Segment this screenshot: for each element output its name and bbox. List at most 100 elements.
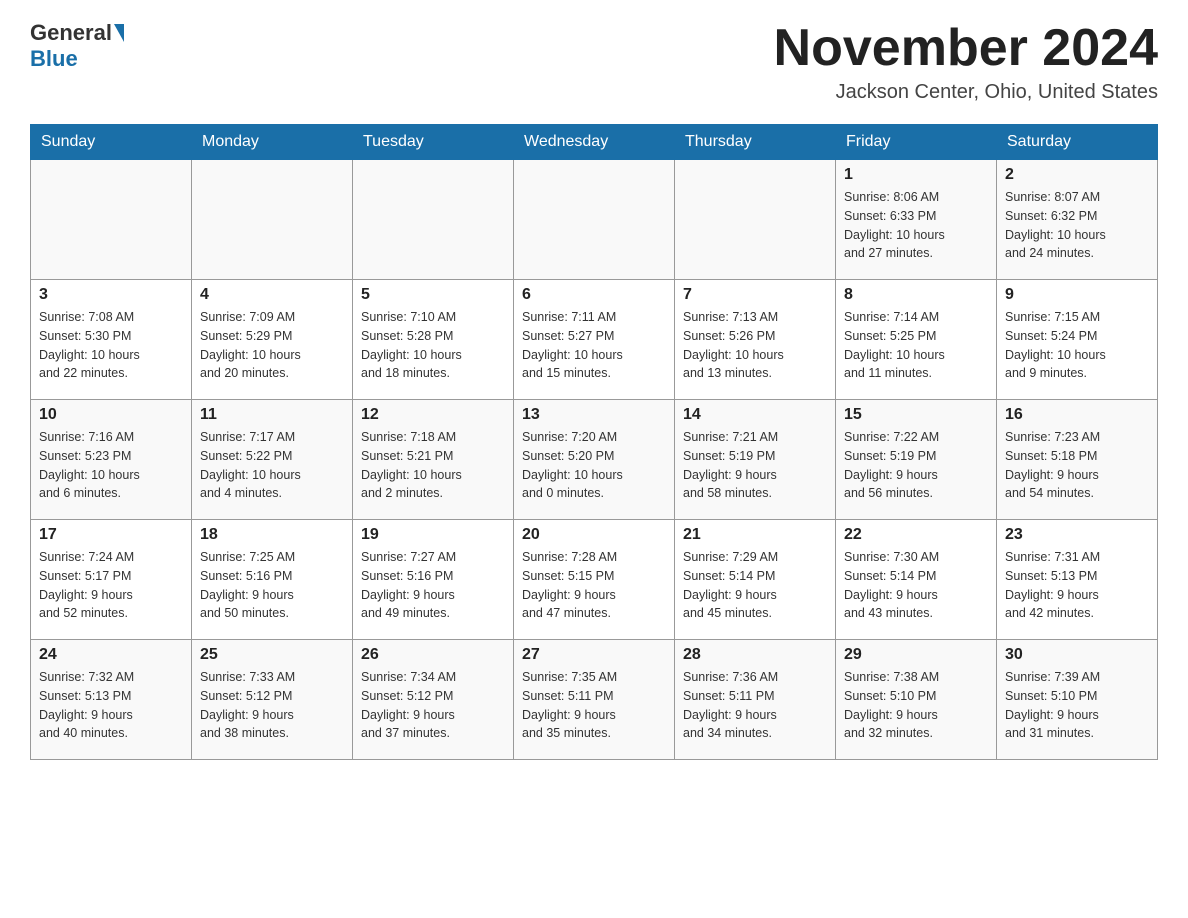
calendar-cell: 13 Sunrise: 7:20 AMSunset: 5:20 PMDayligh… — [514, 400, 675, 520]
day-info: Sunrise: 7:21 AMSunset: 5:19 PMDaylight:… — [683, 428, 827, 503]
day-info: Sunrise: 7:31 AMSunset: 5:13 PMDaylight:… — [1005, 548, 1149, 623]
calendar-cell — [675, 160, 836, 280]
day-info: Sunrise: 7:39 AMSunset: 5:10 PMDaylight:… — [1005, 668, 1149, 743]
day-number: 10 — [39, 406, 183, 424]
day-number: 29 — [844, 646, 988, 664]
logo: General Blue — [30, 20, 126, 72]
weekday-header-saturday: Saturday — [997, 125, 1158, 160]
day-number: 4 — [200, 286, 344, 304]
day-info: Sunrise: 8:06 AMSunset: 6:33 PMDaylight:… — [844, 188, 988, 263]
calendar-cell: 7 Sunrise: 7:13 AMSunset: 5:26 PMDaylight… — [675, 280, 836, 400]
calendar-cell: 15 Sunrise: 7:22 AMSunset: 5:19 PMDayligh… — [836, 400, 997, 520]
calendar-cell: 29Sunrise: 7:38 AMSunset: 5:10 PMDayligh… — [836, 640, 997, 760]
calendar-cell: 14 Sunrise: 7:21 AMSunset: 5:19 PMDayligh… — [675, 400, 836, 520]
calendar-cell: 16 Sunrise: 7:23 AMSunset: 5:18 PMDayligh… — [997, 400, 1158, 520]
day-number: 7 — [683, 286, 827, 304]
weekday-header-monday: Monday — [192, 125, 353, 160]
day-number: 6 — [522, 286, 666, 304]
day-number: 25 — [200, 646, 344, 664]
day-info: Sunrise: 7:20 AMSunset: 5:20 PMDaylight:… — [522, 428, 666, 503]
day-info: Sunrise: 7:25 AMSunset: 5:16 PMDaylight:… — [200, 548, 344, 623]
day-info: Sunrise: 7:30 AMSunset: 5:14 PMDaylight:… — [844, 548, 988, 623]
day-info: Sunrise: 7:16 AMSunset: 5:23 PMDaylight:… — [39, 428, 183, 503]
day-info: Sunrise: 7:32 AMSunset: 5:13 PMDaylight:… — [39, 668, 183, 743]
day-number: 11 — [200, 406, 344, 424]
day-info: Sunrise: 7:35 AMSunset: 5:11 PMDaylight:… — [522, 668, 666, 743]
calendar-cell: 4 Sunrise: 7:09 AMSunset: 5:29 PMDaylight… — [192, 280, 353, 400]
weekday-header-row: SundayMondayTuesdayWednesdayThursdayFrid… — [31, 125, 1158, 160]
day-number: 16 — [1005, 406, 1149, 424]
day-info: Sunrise: 7:09 AMSunset: 5:29 PMDaylight:… — [200, 308, 344, 383]
calendar-cell: 20Sunrise: 7:28 AMSunset: 5:15 PMDayligh… — [514, 520, 675, 640]
calendar-cell: 24Sunrise: 7:32 AMSunset: 5:13 PMDayligh… — [31, 640, 192, 760]
day-info: Sunrise: 7:36 AMSunset: 5:11 PMDaylight:… — [683, 668, 827, 743]
calendar-week-3: 10 Sunrise: 7:16 AMSunset: 5:23 PMDayligh… — [31, 400, 1158, 520]
day-info: Sunrise: 7:13 AMSunset: 5:26 PMDaylight:… — [683, 308, 827, 383]
day-info: Sunrise: 7:18 AMSunset: 5:21 PMDaylight:… — [361, 428, 505, 503]
calendar-cell — [31, 160, 192, 280]
month-title: November 2024 — [774, 20, 1158, 77]
day-info: Sunrise: 7:23 AMSunset: 5:18 PMDaylight:… — [1005, 428, 1149, 503]
calendar-cell: 27Sunrise: 7:35 AMSunset: 5:11 PMDayligh… — [514, 640, 675, 760]
calendar-cell: 19Sunrise: 7:27 AMSunset: 5:16 PMDayligh… — [353, 520, 514, 640]
day-info: Sunrise: 7:14 AMSunset: 5:25 PMDaylight:… — [844, 308, 988, 383]
day-info: Sunrise: 7:29 AMSunset: 5:14 PMDaylight:… — [683, 548, 827, 623]
day-info: Sunrise: 8:07 AMSunset: 6:32 PMDaylight:… — [1005, 188, 1149, 263]
calendar-cell: 18 Sunrise: 7:25 AMSunset: 5:16 PMDayligh… — [192, 520, 353, 640]
weekday-header-friday: Friday — [836, 125, 997, 160]
day-info: Sunrise: 7:34 AMSunset: 5:12 PMDaylight:… — [361, 668, 505, 743]
calendar-cell — [353, 160, 514, 280]
calendar-cell: 9Sunrise: 7:15 AMSunset: 5:24 PMDaylight… — [997, 280, 1158, 400]
day-number: 30 — [1005, 646, 1149, 664]
day-info: Sunrise: 7:17 AMSunset: 5:22 PMDaylight:… — [200, 428, 344, 503]
calendar-header: SundayMondayTuesdayWednesdayThursdayFrid… — [31, 125, 1158, 160]
calendar-cell: 11 Sunrise: 7:17 AMSunset: 5:22 PMDayligh… — [192, 400, 353, 520]
calendar-week-2: 3 Sunrise: 7:08 AMSunset: 5:30 PMDaylight… — [31, 280, 1158, 400]
day-number: 13 — [522, 406, 666, 424]
weekday-header-sunday: Sunday — [31, 125, 192, 160]
page-header: General Blue November 2024 Jackson Cente… — [30, 20, 1158, 104]
calendar-body: 1 Sunrise: 8:06 AMSunset: 6:33 PMDaylight… — [31, 160, 1158, 760]
calendar-week-4: 17Sunrise: 7:24 AMSunset: 5:17 PMDayligh… — [31, 520, 1158, 640]
day-info: Sunrise: 7:22 AMSunset: 5:19 PMDaylight:… — [844, 428, 988, 503]
calendar-table: SundayMondayTuesdayWednesdayThursdayFrid… — [30, 124, 1158, 760]
calendar-cell: 21 Sunrise: 7:29 AMSunset: 5:14 PMDayligh… — [675, 520, 836, 640]
calendar-cell: 6 Sunrise: 7:11 AMSunset: 5:27 PMDaylight… — [514, 280, 675, 400]
day-number: 18 — [200, 526, 344, 544]
day-number: 8 — [844, 286, 988, 304]
calendar-cell — [514, 160, 675, 280]
day-number: 23 — [1005, 526, 1149, 544]
weekday-header-thursday: Thursday — [675, 125, 836, 160]
day-number: 15 — [844, 406, 988, 424]
calendar-cell: 2 Sunrise: 8:07 AMSunset: 6:32 PMDaylight… — [997, 160, 1158, 280]
day-number: 14 — [683, 406, 827, 424]
logo-blue-text: Blue — [30, 46, 78, 71]
location-text: Jackson Center, Ohio, United States — [774, 81, 1158, 104]
title-section: November 2024 Jackson Center, Ohio, Unit… — [774, 20, 1158, 104]
calendar-cell: 8 Sunrise: 7:14 AMSunset: 5:25 PMDaylight… — [836, 280, 997, 400]
day-number: 3 — [39, 286, 183, 304]
day-info: Sunrise: 7:33 AMSunset: 5:12 PMDaylight:… — [200, 668, 344, 743]
day-number: 5 — [361, 286, 505, 304]
day-number: 2 — [1005, 166, 1149, 184]
day-number: 19 — [361, 526, 505, 544]
day-info: Sunrise: 7:15 AMSunset: 5:24 PMDaylight:… — [1005, 308, 1149, 383]
day-number: 12 — [361, 406, 505, 424]
calendar-cell: 28Sunrise: 7:36 AMSunset: 5:11 PMDayligh… — [675, 640, 836, 760]
day-number: 1 — [844, 166, 988, 184]
day-number: 26 — [361, 646, 505, 664]
calendar-cell: 5Sunrise: 7:10 AMSunset: 5:28 PMDaylight… — [353, 280, 514, 400]
calendar-cell: 17Sunrise: 7:24 AMSunset: 5:17 PMDayligh… — [31, 520, 192, 640]
logo-triangle-icon — [114, 24, 124, 42]
calendar-cell: 3 Sunrise: 7:08 AMSunset: 5:30 PMDaylight… — [31, 280, 192, 400]
calendar-cell: 26 Sunrise: 7:34 AMSunset: 5:12 PMDayligh… — [353, 640, 514, 760]
day-info: Sunrise: 7:08 AMSunset: 5:30 PMDaylight:… — [39, 308, 183, 383]
day-number: 20 — [522, 526, 666, 544]
calendar-cell: 30 Sunrise: 7:39 AMSunset: 5:10 PMDayligh… — [997, 640, 1158, 760]
day-number: 21 — [683, 526, 827, 544]
day-info: Sunrise: 7:11 AMSunset: 5:27 PMDaylight:… — [522, 308, 666, 383]
calendar-week-5: 24Sunrise: 7:32 AMSunset: 5:13 PMDayligh… — [31, 640, 1158, 760]
weekday-header-tuesday: Tuesday — [353, 125, 514, 160]
day-number: 17 — [39, 526, 183, 544]
calendar-cell: 25 Sunrise: 7:33 AMSunset: 5:12 PMDayligh… — [192, 640, 353, 760]
